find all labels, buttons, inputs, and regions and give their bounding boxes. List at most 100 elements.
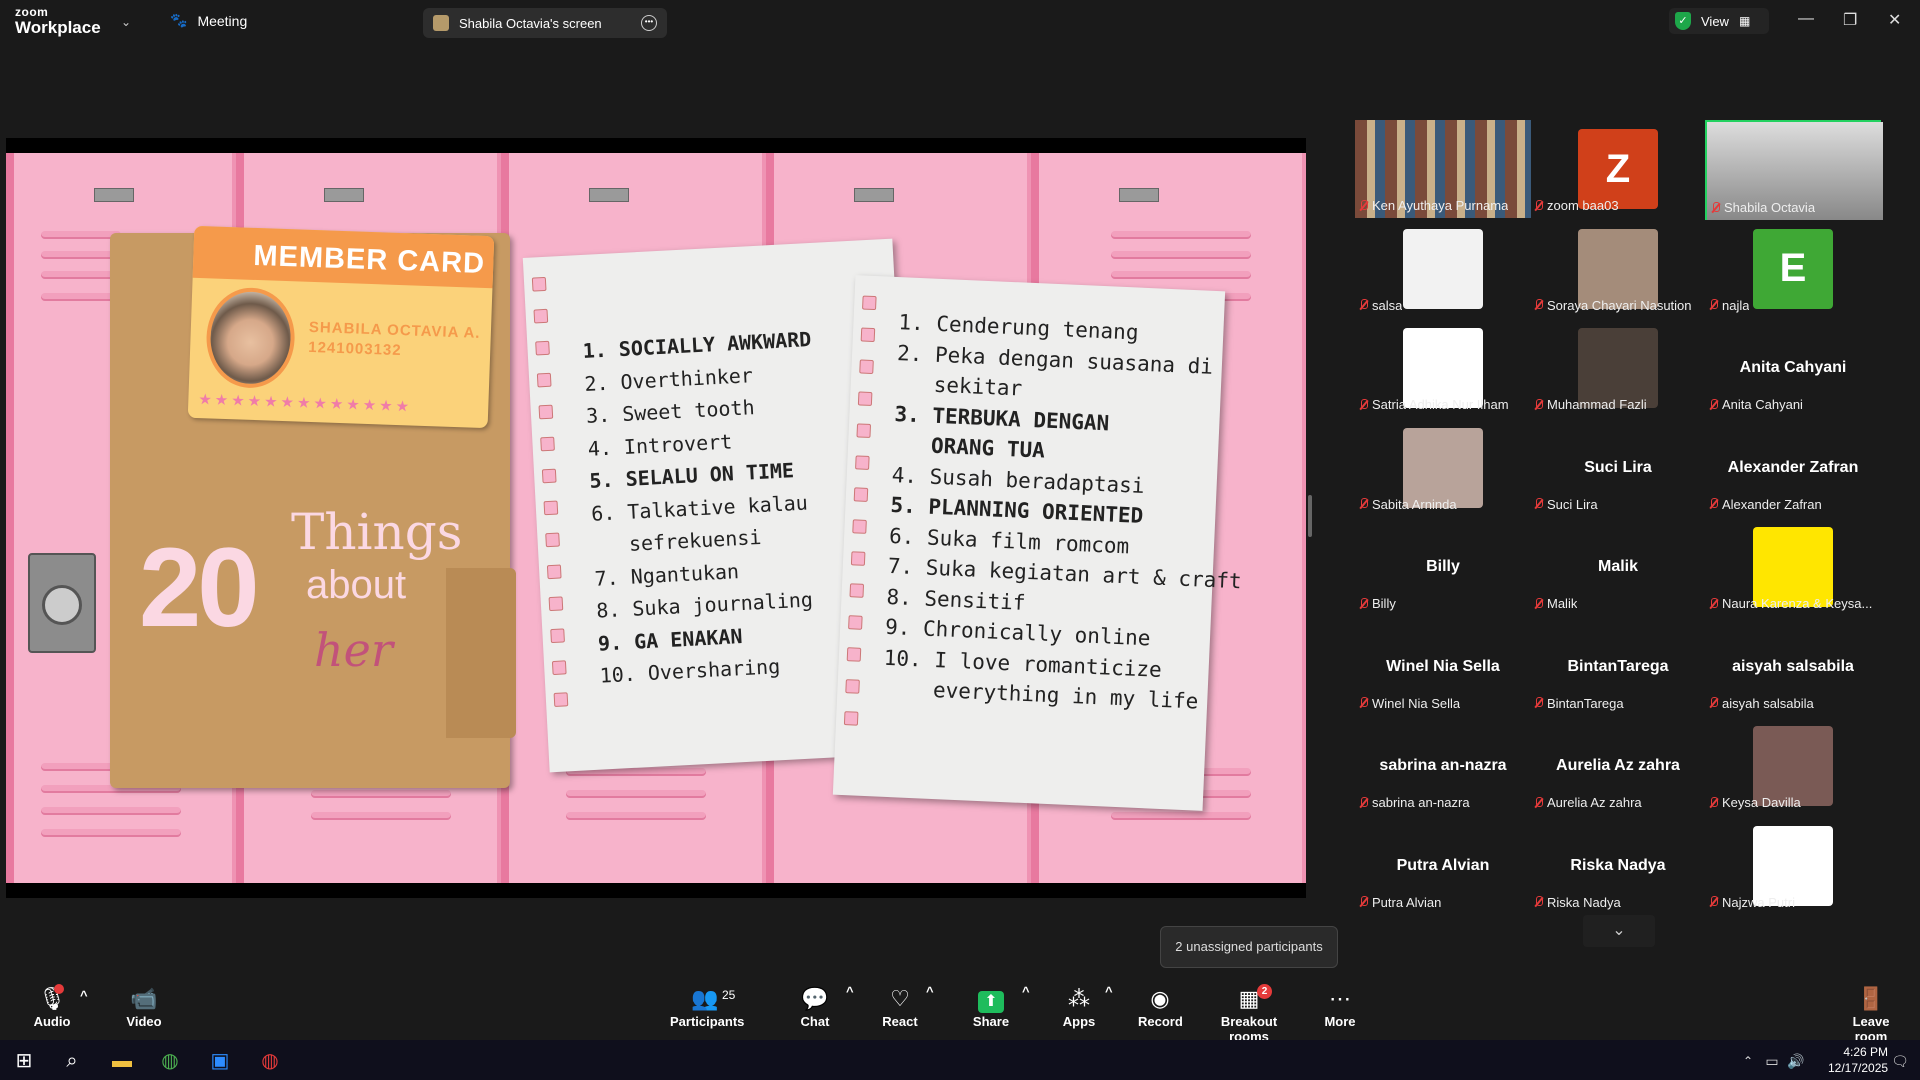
chrome-icon[interactable]: ◍ xyxy=(150,1046,190,1076)
card-name-block: SHABILA OCTAVIA A. 1241003132 xyxy=(308,318,481,364)
heart-icon: ♡ xyxy=(890,986,910,1011)
microphone-muted-icon xyxy=(1534,896,1543,908)
audio-label: Audio xyxy=(33,1014,71,1029)
participant-name: Suci Lira xyxy=(1547,496,1598,512)
avatar xyxy=(1753,726,1833,806)
audio-button[interactable]: 🎙 Audio xyxy=(30,984,74,1029)
participant-name-label: Putra Alvian xyxy=(1359,895,1441,910)
participant-name: Anita Cahyani xyxy=(1722,397,1803,412)
participant-tile[interactable]: Riska Nadya Riska Nadya xyxy=(1530,817,1706,917)
panel-splitter[interactable] xyxy=(1308,495,1312,537)
chevron-up-icon[interactable]: ^ xyxy=(926,984,934,999)
chat-button[interactable]: 💬 Chat xyxy=(795,984,835,1029)
video-button[interactable]: 📹 Video xyxy=(122,984,166,1029)
participant-tile[interactable]: Aurelia Az zahra Aurelia Az zahra xyxy=(1530,717,1706,817)
microphone-muted-icon xyxy=(1359,398,1368,411)
participant-tile[interactable]: sabrina an-nazra sabrina an-nazra xyxy=(1355,717,1531,817)
react-label: React xyxy=(882,1014,918,1029)
tab-shared-screen[interactable]: Shabila Octavia's screen ••• xyxy=(423,8,667,38)
slide: MEMBER CARD SHABILA OCTAVIA A. 124100313… xyxy=(6,153,1306,883)
more-button[interactable]: ⋯ More xyxy=(1320,984,1360,1029)
participant-name-label: Malik xyxy=(1534,596,1577,611)
participant-tile[interactable]: Soraya Chayari Nasution xyxy=(1530,220,1706,320)
microphone-muted-icon xyxy=(1534,697,1543,709)
chrome-profile-icon[interactable]: ◍ xyxy=(250,1046,290,1076)
chevron-down-icon[interactable]: ⌄ xyxy=(121,15,131,29)
participant-name-label: Winel Nia Sella xyxy=(1359,696,1460,711)
participant-name: Billy xyxy=(1372,596,1396,611)
leave-room-button[interactable]: 🚪 Leave room xyxy=(1838,984,1904,1044)
participant-name-label: Satria Adhika Nur Ilham xyxy=(1359,397,1509,412)
restore-icon[interactable]: ❐ xyxy=(1843,10,1857,30)
vent xyxy=(311,812,451,820)
chevron-up-icon[interactable]: ^ xyxy=(1105,984,1113,999)
participant-tile[interactable]: Muhammad Fazli xyxy=(1530,319,1706,419)
participant-tile[interactable]: Putra Alvian Putra Alvian xyxy=(1355,817,1531,917)
tab-meeting[interactable]: 🐾 Meeting xyxy=(170,12,247,29)
participant-tile[interactable]: Sabita Arninda xyxy=(1355,419,1531,519)
participant-name: Malik xyxy=(1547,596,1578,611)
microphone-muted-icon xyxy=(1359,597,1368,610)
notification-icon[interactable]: 🗨 xyxy=(1880,1046,1920,1076)
participant-tile[interactable]: Alexander Zafran Alexander Zafran xyxy=(1705,419,1881,519)
chevron-down-icon[interactable]: ⌄ xyxy=(1583,915,1655,947)
microphone-muted-icon xyxy=(1709,498,1718,510)
participant-tile[interactable]: Winel Nia Sella Winel Nia Sella xyxy=(1355,618,1531,718)
participant-tile[interactable]: Najzwa Putri xyxy=(1705,817,1881,917)
record-button[interactable]: ◉ Record xyxy=(1138,984,1183,1029)
note-paper-right: 1. Cenderung tenang 2. Peka dengan suasan… xyxy=(832,275,1242,811)
chevron-up-icon[interactable]: ^ xyxy=(80,988,88,1003)
participant-tile[interactable]: Keysa Davilla xyxy=(1705,717,1881,817)
participant-tile[interactable]: salsa xyxy=(1355,220,1531,320)
participant-tile[interactable]: Shabila Octavia xyxy=(1705,120,1883,220)
participant-tile[interactable]: Enajla xyxy=(1705,220,1881,320)
more-options-icon[interactable]: ••• xyxy=(641,15,657,31)
microphone-muted-icon xyxy=(1709,796,1718,809)
share-button[interactable]: ⬆ Share xyxy=(969,984,1013,1029)
participant-tile[interactable]: Naura Karenza & Keysa... xyxy=(1705,518,1881,618)
chevron-up-icon[interactable]: ^ xyxy=(846,984,854,999)
member-card: MEMBER CARD SHABILA OCTAVIA A. 124100313… xyxy=(187,225,495,429)
windows-start-icon[interactable]: ⊞ xyxy=(4,1046,44,1076)
vent xyxy=(566,790,706,798)
things-text: Things xyxy=(291,503,463,561)
participant-name: najla xyxy=(1722,297,1750,313)
participant-tile[interactable]: Satria Adhika Nur Ilham xyxy=(1355,319,1531,419)
search-icon[interactable]: ⌕ xyxy=(52,1046,92,1076)
participant-name: salsa xyxy=(1372,297,1403,313)
leave-icon: 🚪 xyxy=(1857,986,1885,1011)
microphone-muted-icon xyxy=(1709,896,1718,908)
participant-tile[interactable]: Anita Cahyani Anita Cahyani xyxy=(1705,319,1881,419)
chevron-up-icon[interactable]: ^ xyxy=(1022,984,1030,999)
participant-tile[interactable]: Zzoom baa03 xyxy=(1530,120,1706,220)
video-off-icon: 📹 xyxy=(130,986,158,1011)
file-explorer-icon[interactable]: ▬ xyxy=(102,1046,142,1076)
shared-screen[interactable]: MEMBER CARD SHABILA OCTAVIA A. 124100313… xyxy=(6,138,1306,898)
participant-tile[interactable]: aisyah salsabila aisyah salsabila xyxy=(1705,618,1881,718)
participant-name-label: Aurelia Az zahra xyxy=(1534,795,1642,810)
minimize-icon[interactable]: — xyxy=(1798,10,1814,28)
avatar xyxy=(1403,228,1483,309)
apps-button[interactable]: ⁂ Apps xyxy=(1059,984,1099,1029)
padlock-icon xyxy=(28,553,96,653)
apps-label: Apps xyxy=(1062,1014,1096,1029)
close-icon[interactable]: ✕ xyxy=(1888,10,1901,30)
participants-button[interactable]: 👥 Participants 25 xyxy=(670,984,744,1029)
avatar xyxy=(1403,328,1483,408)
participant-name-label: Suci Lira xyxy=(1534,497,1598,512)
volume-icon[interactable]: 🔊 xyxy=(1776,1046,1816,1076)
react-button[interactable]: ♡ React xyxy=(880,984,920,1029)
participant-name: Satria Adhika Nur Ilham xyxy=(1372,397,1509,412)
avatar xyxy=(1753,527,1833,607)
view-button[interactable]: ✓ View ▦ xyxy=(1669,8,1769,34)
participant-tile[interactable]: Ken Ayuthaya Purnama xyxy=(1355,120,1531,220)
breakout-rooms-button[interactable]: ▦ Breakout rooms 2 xyxy=(1205,984,1293,1044)
zoom-taskbar-icon[interactable]: ▣ xyxy=(200,1046,240,1076)
participant-tile[interactable]: Billy Billy xyxy=(1355,518,1531,618)
participant-name-label: Riska Nadya xyxy=(1534,895,1621,910)
participant-tile[interactable]: Malik Malik xyxy=(1530,518,1706,618)
participant-name-label: najla xyxy=(1709,298,1749,313)
participant-tile[interactable]: BintanTarega BintanTarega xyxy=(1530,618,1706,718)
more-icon: ⋯ xyxy=(1329,986,1351,1011)
participant-tile[interactable]: Suci Lira Suci Lira xyxy=(1530,419,1706,519)
